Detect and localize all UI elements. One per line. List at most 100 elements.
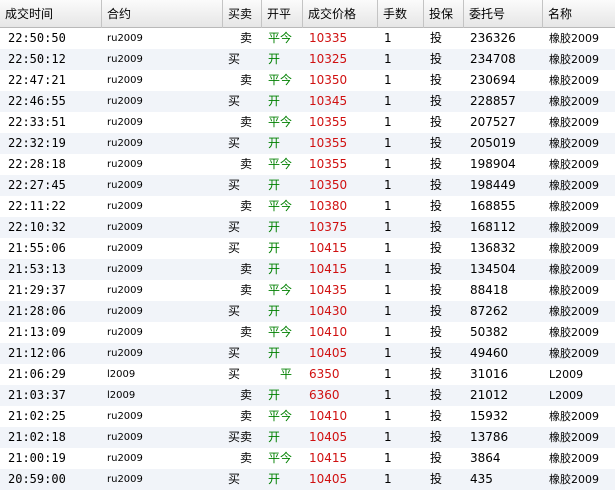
cell-time: 22:50:12 [8, 52, 66, 66]
cell-order-id: 198449 [470, 178, 516, 192]
cell-symbol: ru2009 [107, 285, 143, 296]
cell-qty: 1 [384, 283, 392, 297]
cell-offset: 开 [268, 430, 281, 444]
cell-symbol: ru2009 [107, 75, 143, 86]
cell-order-id: 230694 [470, 73, 516, 87]
cell-price: 10405 [309, 472, 348, 486]
cell-price: 10355 [309, 157, 348, 171]
cell-offset: 平今 [268, 157, 293, 171]
cell-hedge: 投 [430, 346, 443, 360]
cell-time: 22:46:55 [8, 94, 66, 108]
cell-order-id: 134504 [470, 262, 516, 276]
table-row[interactable]: 22:10:32 ru2009 买 开 10375 1 投 168112 橡胶2009 [0, 217, 615, 238]
cell-hedge: 投 [430, 325, 443, 339]
cell-time: 20:59:00 [8, 472, 66, 486]
cell-side: 买 [228, 241, 241, 255]
col-header-order-id[interactable]: 委托号 [464, 0, 543, 28]
cell-side: 卖 [240, 157, 253, 171]
cell-name: 橡胶2009 [549, 452, 599, 465]
cell-side: 买 [228, 178, 241, 192]
table-row[interactable]: 21:13:09 ru2009 卖 平今 10410 1 投 50382 橡胶2009 [0, 322, 615, 343]
cell-name: 橡胶2009 [549, 158, 599, 171]
table-row[interactable]: 22:28:18 ru2009 卖 平今 10355 1 投 198904 橡胶2009 [0, 154, 615, 175]
cell-symbol: l2009 [107, 390, 136, 401]
table-row[interactable]: 22:33:51 ru2009 卖 平今 10355 1 投 207527 橡胶2009 [0, 112, 615, 133]
cell-side: 买卖 [228, 430, 253, 444]
cell-name: 橡胶2009 [549, 347, 599, 360]
table-row[interactable]: 22:11:22 ru2009 卖 平今 10380 1 投 168855 橡胶2009 [0, 196, 615, 217]
cell-hedge: 投 [430, 115, 443, 129]
cell-symbol: ru2009 [107, 432, 143, 443]
cell-qty: 1 [384, 31, 392, 45]
col-header-name[interactable]: 名称 [543, 0, 615, 28]
cell-qty: 1 [384, 262, 392, 276]
cell-side: 卖 [240, 283, 253, 297]
table-row[interactable]: 21:00:19 ru2009 卖 平今 10415 1 投 3864 橡胶2009 [0, 448, 615, 469]
table-row[interactable]: 22:50:50 ru2009 卖 平今 10335 1 投 236326 橡胶2009 [0, 28, 615, 49]
cell-qty: 1 [384, 451, 392, 465]
cell-symbol: ru2009 [107, 117, 143, 128]
cell-qty: 1 [384, 472, 392, 486]
col-header-hedge[interactable]: 投保 [424, 0, 464, 28]
cell-offset: 平今 [268, 73, 293, 87]
table-row[interactable]: 22:50:12 ru2009 买 开 10325 1 投 234708 橡胶2009 [0, 49, 615, 70]
table-row[interactable]: 20:59:00 ru2009 买 开 10405 1 投 435 橡胶2009 [0, 469, 615, 490]
col-header-price[interactable]: 成交价格 [303, 0, 378, 28]
col-header-side[interactable]: 买卖 [223, 0, 262, 28]
cell-time: 21:13:09 [8, 325, 66, 339]
cell-offset: 开 [268, 304, 281, 318]
table-row[interactable]: 21:53:13 ru2009 卖 开 10415 1 投 134504 橡胶2009 [0, 259, 615, 280]
cell-name: 橡胶2009 [549, 179, 599, 192]
cell-symbol: ru2009 [107, 306, 143, 317]
cell-name: 橡胶2009 [549, 32, 599, 45]
col-header-offset[interactable]: 开平 [262, 0, 303, 28]
cell-order-id: 198904 [470, 157, 516, 171]
cell-symbol: ru2009 [107, 33, 143, 44]
cell-symbol: ru2009 [107, 243, 143, 254]
cell-hedge: 投 [430, 73, 443, 87]
cell-offset: 开 [268, 472, 281, 486]
cell-time: 22:32:19 [8, 136, 66, 150]
table-row[interactable]: 21:29:37 ru2009 卖 平今 10435 1 投 88418 橡胶2009 [0, 280, 615, 301]
table-row[interactable]: 21:55:06 ru2009 买 开 10415 1 投 136832 橡胶2009 [0, 238, 615, 259]
cell-symbol: ru2009 [107, 222, 143, 233]
col-header-qty[interactable]: 手数 [378, 0, 424, 28]
cell-offset: 开 [268, 94, 281, 108]
cell-hedge: 投 [430, 409, 443, 423]
table-row[interactable]: 21:12:06 ru2009 买 开 10405 1 投 49460 橡胶2009 [0, 343, 615, 364]
cell-hedge: 投 [430, 94, 443, 108]
cell-hedge: 投 [430, 220, 443, 234]
col-header-time[interactable]: 成交时间 [0, 0, 102, 28]
cell-offset: 开 [268, 346, 281, 360]
cell-qty: 1 [384, 304, 392, 318]
cell-order-id: 87262 [470, 304, 509, 318]
cell-time: 21:55:06 [8, 241, 66, 255]
cell-side: 卖 [240, 31, 253, 45]
cell-hedge: 投 [430, 451, 443, 465]
cell-order-id: 13786 [470, 430, 509, 444]
cell-hedge: 投 [430, 178, 443, 192]
table-row[interactable]: 21:28:06 ru2009 买 开 10430 1 投 87262 橡胶2009 [0, 301, 615, 322]
cell-order-id: 234708 [470, 52, 516, 66]
cell-name: 橡胶2009 [549, 473, 599, 486]
cell-order-id: 88418 [470, 283, 509, 297]
cell-offset: 开 [268, 262, 281, 276]
cell-order-id: 168112 [470, 220, 516, 234]
cell-price: 10350 [309, 73, 348, 87]
table-row[interactable]: 21:03:37 l2009 卖 开 6360 1 投 21012 L2009 [0, 385, 615, 406]
table-row[interactable]: 21:02:25 ru2009 卖 平今 10410 1 投 15932 橡胶2009 [0, 406, 615, 427]
table-row[interactable]: 22:27:45 ru2009 买 开 10350 1 投 198449 橡胶2009 [0, 175, 615, 196]
cell-symbol: ru2009 [107, 159, 143, 170]
table-row[interactable]: 22:32:19 ru2009 买 开 10355 1 投 205019 橡胶2009 [0, 133, 615, 154]
cell-qty: 1 [384, 388, 392, 402]
table-row[interactable]: 22:47:21 ru2009 卖 平今 10350 1 投 230694 橡胶2009 [0, 70, 615, 91]
cell-price: 10410 [309, 409, 348, 423]
cell-hedge: 投 [430, 262, 443, 276]
table-row[interactable]: 22:46:55 ru2009 买 开 10345 1 投 228857 橡胶2009 [0, 91, 615, 112]
cell-order-id: 205019 [470, 136, 516, 150]
cell-price: 10355 [309, 136, 348, 150]
table-row[interactable]: 21:02:18 ru2009 买卖 开 10405 1 投 13786 橡胶2009 [0, 427, 615, 448]
col-header-symbol[interactable]: 合约 [102, 0, 223, 28]
cell-hedge: 投 [430, 136, 443, 150]
table-row[interactable]: 21:06:29 l2009 买 平 6350 1 投 31016 L2009 [0, 364, 615, 385]
